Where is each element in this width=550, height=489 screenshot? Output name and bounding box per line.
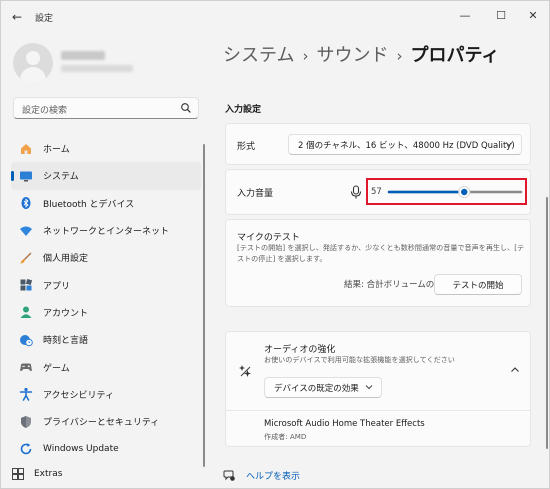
apps-icon bbox=[19, 278, 33, 292]
minimize-button[interactable]: — bbox=[449, 5, 481, 27]
help-icon bbox=[223, 470, 235, 481]
format-value: 2 個のチャネル、16 ビット、48000 Hz (DVD Quality) bbox=[298, 140, 515, 151]
title-bar: ← 設定 — ☐ ✕ bbox=[1, 1, 549, 33]
search-icon bbox=[181, 103, 191, 113]
input-volume-label: 入力音量 bbox=[237, 189, 274, 199]
sidebar-item-label: アクセシビリティ bbox=[43, 390, 115, 401]
enhancement-value: デバイスの既定の効果 bbox=[274, 383, 359, 394]
monitor-icon bbox=[19, 169, 33, 183]
microphone-icon[interactable] bbox=[350, 185, 362, 199]
format-label: 形式 bbox=[237, 142, 256, 152]
profile-email-redacted bbox=[61, 65, 133, 72]
sidebar-item-time-language[interactable]: 時刻と言語 bbox=[11, 326, 201, 353]
sidebar-item-accessibility[interactable]: アクセシビリティ bbox=[11, 381, 201, 408]
enhancement-dropdown[interactable]: デバイスの既定の効果 bbox=[264, 377, 382, 398]
chevron-down-icon bbox=[365, 385, 373, 390]
sidebar-item-bluetooth[interactable]: Bluetooth とデバイス bbox=[11, 190, 201, 217]
section-title-input-settings: 入力設定 bbox=[225, 105, 262, 115]
format-card: 形式 2 個のチャネル、16 ビット、48000 Hz (DVD Quality… bbox=[225, 123, 531, 165]
breadcrumb-sound[interactable]: サウンド bbox=[316, 45, 388, 66]
shield-icon bbox=[19, 415, 33, 429]
profile-name-redacted bbox=[61, 51, 105, 60]
account-icon bbox=[19, 305, 33, 319]
sidebar-item-extras[interactable]: Extras bbox=[11, 465, 111, 483]
close-button[interactable]: ✕ bbox=[517, 5, 549, 27]
chevron-up-icon[interactable] bbox=[510, 365, 520, 375]
breadcrumb: システム › サウンド › プロパティ bbox=[223, 41, 499, 67]
search-input[interactable]: 設定の検索 bbox=[13, 97, 199, 119]
audio-enhancement-title: オーディオの強化 bbox=[264, 345, 336, 355]
sidebar-item-label: 時刻と言語 bbox=[43, 336, 89, 347]
extras-label: Extras bbox=[34, 469, 63, 479]
sidebar-item-system[interactable]: システム bbox=[11, 162, 201, 190]
update-icon bbox=[19, 442, 33, 456]
sidebar-nav: ホーム システム Bluetooth とデバイス ネットワークとインターネット … bbox=[11, 135, 201, 463]
help-link[interactable]: ヘルプを表示 bbox=[223, 469, 300, 482]
sidebar-item-privacy-security[interactable]: プライバシーとセキュリティ bbox=[11, 408, 201, 435]
divider bbox=[226, 410, 530, 411]
sidebar-scrollbar[interactable] bbox=[203, 144, 205, 467]
effects-author: 作成者: AMD bbox=[264, 432, 307, 441]
sidebar-item-label: 個人用設定 bbox=[43, 254, 89, 265]
extras-icon bbox=[11, 467, 25, 481]
brush-icon bbox=[19, 251, 33, 265]
sparkle-icon bbox=[239, 365, 251, 377]
chevron-down-icon bbox=[505, 142, 513, 147]
mic-test-title: マイクのテスト bbox=[237, 233, 300, 243]
maximize-button[interactable]: ☐ bbox=[485, 5, 517, 27]
sidebar-item-apps[interactable]: アプリ bbox=[11, 271, 201, 298]
avatar[interactable] bbox=[13, 43, 53, 83]
sidebar-item-label: Bluetooth とデバイス bbox=[43, 199, 135, 210]
sidebar-item-label: アプリ bbox=[43, 281, 71, 292]
sidebar-item-personalization[interactable]: 個人用設定 bbox=[11, 244, 201, 271]
search-placeholder: 設定の検索 bbox=[22, 106, 68, 116]
audio-enhancement-description: お使いのデバイスで利用可能な拡張機能を選択してください bbox=[264, 355, 455, 364]
sidebar-item-home[interactable]: ホーム bbox=[11, 135, 201, 162]
globe-clock-icon bbox=[19, 333, 33, 347]
sidebar-item-network[interactable]: ネットワークとインターネット bbox=[11, 217, 201, 244]
mic-test-card: マイクのテスト [テストの開始] を選択し、発話するか、少なくとも数秒間通常の音… bbox=[225, 219, 531, 307]
mic-test-description-line2: ストの停止] を選択します。 bbox=[237, 254, 327, 263]
sidebar-item-label: Windows Update bbox=[43, 443, 119, 454]
sidebar-item-windows-update[interactable]: Windows Update bbox=[11, 435, 201, 462]
sidebar-item-label: ゲーム bbox=[43, 363, 70, 374]
mic-test-description-line1: [テストの開始] を選択し、発話するか、少なくとも数秒間通常の音量で音声を再生し… bbox=[237, 243, 525, 252]
sidebar-item-label: ネットワークとインターネット bbox=[43, 227, 170, 238]
help-link-label: ヘルプを表示 bbox=[246, 472, 301, 482]
settings-window: ← 設定 — ☐ ✕ 設定の検索 ホーム システム Bluetooth とデバイ… bbox=[0, 0, 550, 489]
gamepad-icon bbox=[19, 360, 33, 374]
start-test-button[interactable]: テストの開始 bbox=[434, 274, 522, 295]
volume-highlight-box bbox=[366, 178, 527, 205]
bluetooth-icon bbox=[19, 196, 33, 210]
sidebar-item-accounts[interactable]: アカウント bbox=[11, 299, 201, 326]
format-dropdown[interactable]: 2 個のチャネル、16 ビット、48000 Hz (DVD Quality) bbox=[288, 134, 522, 155]
sidebar-item-label: システム bbox=[43, 172, 79, 183]
window-title: 設定 bbox=[35, 14, 54, 24]
sidebar-item-label: アカウント bbox=[43, 308, 89, 319]
sidebar-item-gaming[interactable]: ゲーム bbox=[11, 353, 201, 380]
breadcrumb-separator: › bbox=[302, 47, 309, 65]
accessibility-icon bbox=[19, 387, 33, 402]
audio-enhancement-card: オーディオの強化 お使いのデバイスで利用可能な拡張機能を選択してください デバイ… bbox=[225, 331, 531, 447]
home-icon bbox=[19, 142, 33, 156]
effects-name: Microsoft Audio Home Theater Effects bbox=[264, 419, 425, 429]
page-title: プロパティ bbox=[410, 45, 500, 66]
breadcrumb-system[interactable]: システム bbox=[223, 45, 294, 66]
sidebar-item-label: プライバシーとセキュリティ bbox=[43, 418, 160, 429]
sidebar-item-label: ホーム bbox=[43, 145, 70, 156]
wifi-icon bbox=[19, 224, 33, 238]
breadcrumb-separator: › bbox=[396, 47, 403, 65]
back-button[interactable]: ← bbox=[9, 9, 25, 25]
main-scrollbar[interactable] bbox=[546, 197, 548, 449]
